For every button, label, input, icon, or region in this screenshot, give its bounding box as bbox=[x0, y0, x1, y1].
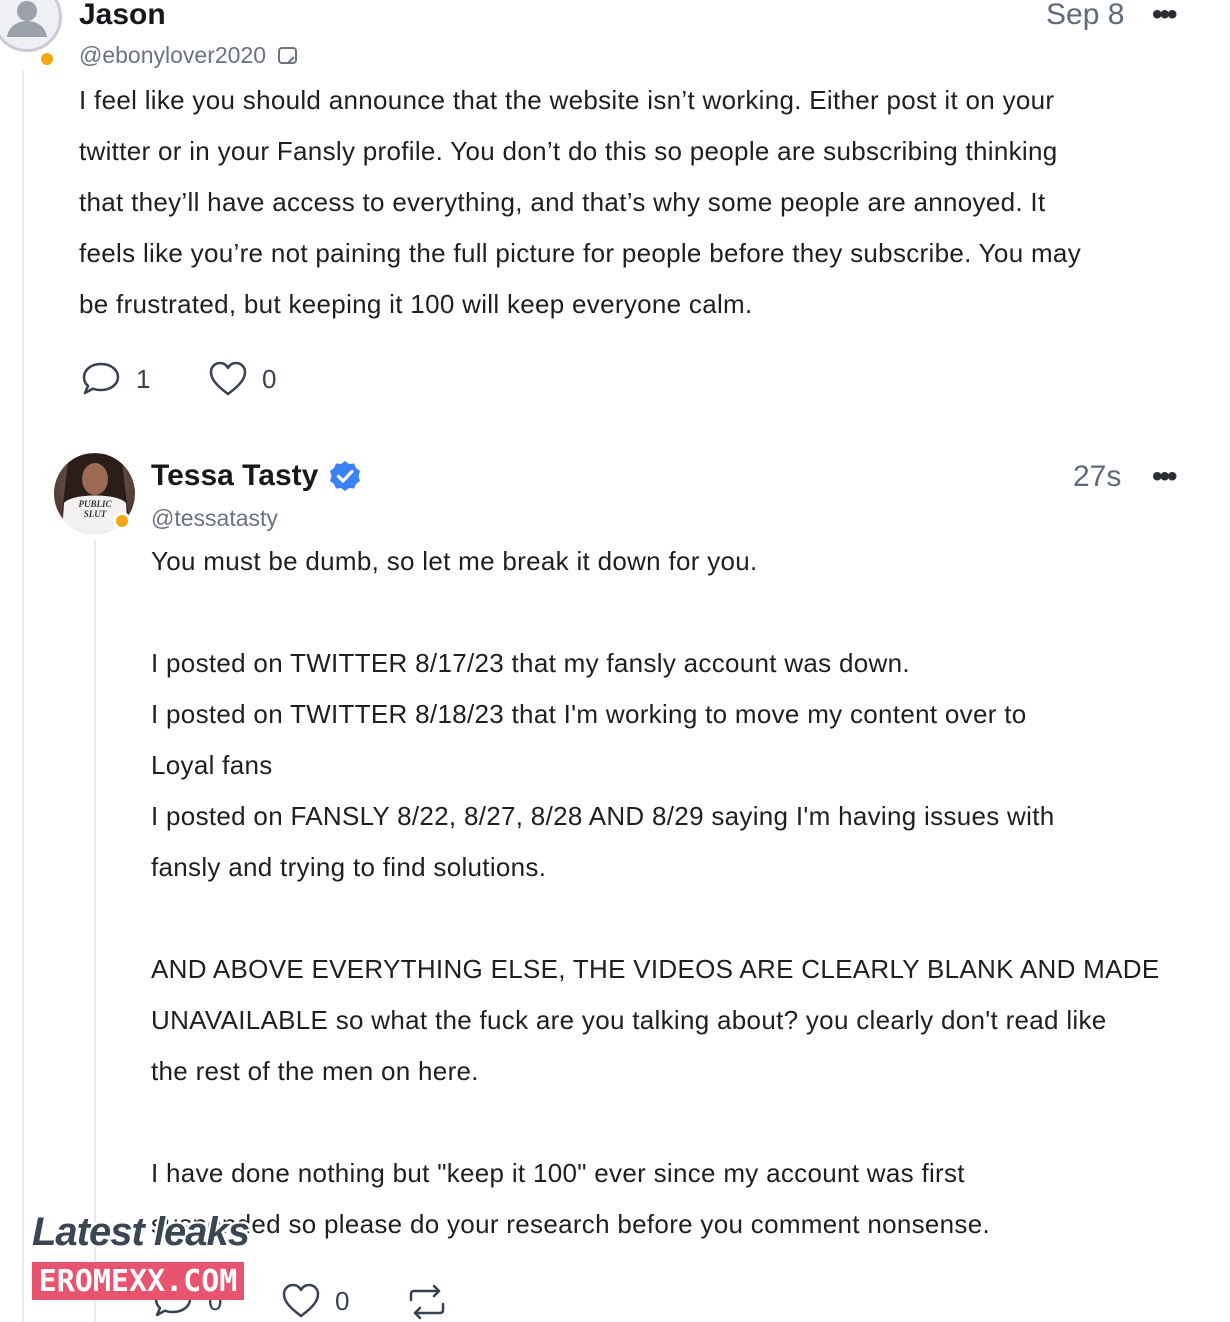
post-body-line: feels like you’re not paining the full p… bbox=[79, 238, 1081, 268]
post-body-line bbox=[151, 1097, 1160, 1148]
post-body-line: I have done nothing but "keep it 100" ev… bbox=[151, 1158, 965, 1188]
post-body-line: I posted on TWITTER 8/18/23 that I'm wor… bbox=[151, 699, 1027, 729]
svg-text:PUBLIC: PUBLIC bbox=[78, 499, 112, 509]
post-body-line: I posted on FANSLY 8/22, 8/27, 8/28 AND … bbox=[151, 801, 1055, 831]
post-body-line: be frustrated, but keeping it 100 will k… bbox=[79, 289, 753, 319]
post-body-line bbox=[151, 587, 1160, 638]
like-button[interactable]: 0 bbox=[208, 360, 276, 398]
watermark-title: Latest leaks bbox=[32, 1210, 250, 1254]
post-time[interactable]: 27s bbox=[1073, 460, 1121, 494]
avatar-jason[interactable] bbox=[0, 0, 62, 52]
online-status-dot bbox=[38, 50, 56, 68]
reply-button[interactable]: 1 bbox=[80, 360, 150, 398]
author-handle[interactable]: @tessatasty bbox=[151, 505, 278, 532]
post-body-line: Loyal fans bbox=[151, 750, 273, 780]
verified-badge-icon bbox=[330, 461, 361, 491]
note-edit-icon[interactable] bbox=[276, 44, 300, 68]
post-body-line: the rest of the men on here. bbox=[151, 1056, 479, 1086]
author-handle-text: @ebonylover2020 bbox=[79, 42, 267, 68]
post-body-line: that they’ll have access to everything, … bbox=[79, 187, 1046, 217]
repost-button[interactable] bbox=[405, 1284, 449, 1320]
post-body-line: suspended so please do your research bef… bbox=[151, 1209, 991, 1239]
post-body-line: I posted on TWITTER 8/17/23 that my fans… bbox=[151, 648, 910, 678]
post-body-line: AND ABOVE EVERYTHING ELSE, THE VIDEOS AR… bbox=[151, 954, 1160, 984]
author-name[interactable]: Tessa Tasty bbox=[151, 459, 318, 493]
like-count: 0 bbox=[262, 363, 277, 394]
thread-line-reply bbox=[94, 540, 96, 1322]
default-user-icon bbox=[7, 1, 47, 37]
author-name-row: Tessa Tasty bbox=[151, 459, 362, 493]
post-body-line: I feel like you should announce that the… bbox=[79, 85, 1055, 115]
repost-icon bbox=[409, 1284, 445, 1320]
heart-icon bbox=[209, 361, 247, 396]
post-time[interactable]: Sep 8 bbox=[1046, 0, 1124, 32]
post-body: You must be dumb, so let me break it dow… bbox=[151, 536, 1160, 1250]
thread-line-left bbox=[22, 70, 24, 1322]
more-options-button[interactable]: ••• bbox=[1152, 460, 1177, 494]
post-body-line bbox=[151, 893, 1160, 944]
post-body-line: fansly and trying to find solutions. bbox=[151, 852, 547, 882]
like-count: 0 bbox=[335, 1285, 350, 1316]
watermark-badge: EROMEXX.COM bbox=[32, 1262, 244, 1300]
post-body-line: UNAVAILABLE so what the fuck are you tal… bbox=[151, 1005, 1107, 1035]
like-button[interactable]: 0 bbox=[281, 1282, 349, 1320]
author-name[interactable]: Jason bbox=[79, 0, 166, 32]
post-body-line: twitter or in your Fansly profile. You d… bbox=[79, 136, 1058, 166]
author-handle[interactable]: @ebonylover2020 bbox=[79, 42, 300, 69]
comment-icon bbox=[82, 362, 120, 395]
heart-icon bbox=[282, 1283, 320, 1318]
online-status-dot bbox=[113, 512, 131, 530]
post-body: I feel like you should announce that the… bbox=[79, 75, 1081, 330]
reply-count: 1 bbox=[136, 363, 151, 394]
post-body-line: You must be dumb, so let me break it dow… bbox=[151, 546, 758, 576]
more-options-button[interactable]: ••• bbox=[1152, 0, 1177, 32]
svg-text:SLUT: SLUT bbox=[84, 509, 107, 519]
